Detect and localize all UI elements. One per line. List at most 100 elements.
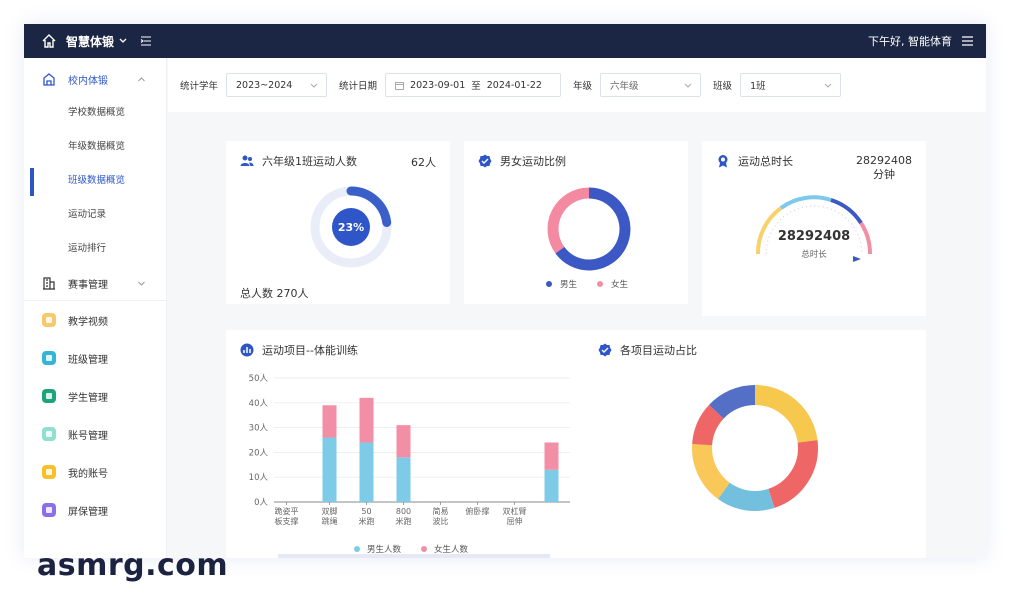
card-title-text: 运动总时长 [738, 155, 793, 168]
bar-male[interactable] [359, 442, 374, 502]
legend-dot-female [597, 281, 604, 287]
bar-male[interactable] [544, 469, 559, 502]
legend-dot-male [546, 281, 552, 287]
chevron-down-icon [138, 281, 145, 286]
menu-fold-icon[interactable] [140, 35, 152, 47]
calendar-icon [395, 81, 405, 90]
bar-male[interactable] [396, 457, 411, 502]
top-bar: 智慧体锻 下午好, 智能体育 [24, 24, 986, 58]
card-title-text: 运动项目--体能训练 [262, 344, 358, 357]
project-slice[interactable] [692, 404, 724, 446]
lock-icon [42, 465, 56, 479]
sidebar-item-label: 账号管理 [68, 430, 108, 442]
sidebar-item-label: 学生管理 [68, 392, 108, 404]
gender-ratio-card: 男女运动比例 男生 女生 [464, 141, 688, 304]
sidebar-item-ranking[interactable]: 运动排行 [24, 232, 166, 266]
chevron-down-icon [824, 83, 832, 88]
grade-label: 年级 [573, 81, 593, 92]
app-brand[interactable]: 智慧体锻 [66, 33, 114, 50]
sidebar-item-accounts[interactable]: 账号管理 [24, 415, 166, 453]
y-tick-label: 10人 [249, 473, 269, 483]
card-title-text: 六年级1班运动人数 [262, 155, 357, 168]
class-select[interactable]: 1班 [740, 73, 842, 97]
video-icon [42, 313, 56, 327]
exercise-duration-card: 运动总时长 28292408 分钟 28292408 总时长 [702, 141, 926, 316]
x-tick-label: 跪姿平板支撑 [275, 506, 299, 526]
sidebar-item-class-overview[interactable]: 班级数据概览 [24, 164, 166, 198]
student-icon [42, 389, 56, 403]
grade-select[interactable]: 六年级 [600, 73, 702, 97]
sidebar-group-label: 赛事管理 [68, 279, 108, 291]
gender-legend: 男生 女生 [546, 278, 628, 290]
sidebar-item-grade-overview[interactable]: 年级数据概览 [24, 130, 166, 164]
sidebar-item-school-overview[interactable]: 学校数据概览 [24, 96, 166, 130]
class-value: 1班 [750, 81, 766, 92]
menu-icon[interactable] [961, 35, 974, 47]
participant-count: 62人 [411, 156, 436, 169]
sidebar: 校内体锻 学校数据概览 年级数据概览 班级数据概览 运动记录 运动排行 赛事管理… [24, 58, 167, 558]
watermark-logo: asmrg.com [37, 548, 229, 583]
year-select[interactable]: 2023~2024 [226, 73, 328, 97]
sports-project-card: 运动项目--体能训练 各项目运动占比 0人 10人 20人 30人 40人 50人 跪姿平板… [226, 330, 926, 558]
greeting-text: 下午好, 智能体育 [868, 35, 952, 48]
y-tick-label: 20人 [249, 448, 269, 458]
y-tick-label: 0人 [254, 498, 268, 508]
duration-total: 28292408 分钟 [856, 154, 912, 182]
bar-chart-icon [240, 343, 254, 357]
accounts-icon [42, 427, 56, 441]
date-start: 2023-09-01 [410, 79, 466, 91]
chevron-down-icon[interactable] [118, 36, 128, 46]
chart-scrollbar[interactable] [278, 554, 550, 558]
bar-female[interactable] [359, 397, 374, 443]
screen-icon [42, 503, 56, 517]
sidebar-group-events[interactable]: 赛事管理 [24, 266, 166, 300]
x-tick-label: 800 米跑 [396, 507, 412, 526]
bar-female[interactable] [322, 405, 337, 438]
sidebar-item-label: 我的账号 [68, 468, 108, 480]
gauge-label: 总时长 [801, 250, 827, 260]
medal-icon [718, 155, 728, 168]
project-donut [692, 385, 818, 511]
sidebar-item-my-account[interactable]: 我的账号 [24, 453, 166, 491]
chevron-up-icon [138, 76, 145, 81]
sidebar-item-label: 教学视频 [68, 316, 108, 328]
sidebar-item-videos[interactable]: 教学视频 [24, 301, 166, 339]
class-label: 班级 [713, 81, 733, 92]
duration-value: 28292408 [856, 154, 912, 167]
card-title: 运动项目--体能训练 [240, 342, 358, 358]
card-title-text: 各项目运动占比 [620, 344, 697, 357]
chevron-down-icon [310, 83, 318, 88]
sidebar-item-classes[interactable]: 班级管理 [24, 339, 166, 377]
card-title-secondary: 各项目运动占比 [598, 342, 697, 358]
bar-female[interactable] [396, 425, 411, 458]
sidebar-group-school[interactable]: 校内体锻 [24, 62, 166, 96]
date-range-picker[interactable]: 2023-09-01 至 2024-01-22 [385, 73, 562, 97]
project-slice[interactable] [692, 444, 731, 499]
bar-male[interactable] [322, 437, 337, 502]
y-tick-label: 30人 [249, 424, 269, 434]
project-slice[interactable] [767, 440, 818, 508]
gauge-value: 28292408 [777, 229, 851, 244]
sidebar-item-label: 班级管理 [68, 354, 108, 366]
gender-slice-female [547, 187, 590, 254]
school-icon [43, 73, 55, 86]
sidebar-group-label: 校内体锻 [68, 75, 108, 87]
date-end: 2024-01-22 [486, 79, 542, 91]
bar-female[interactable] [544, 442, 559, 470]
users-icon [240, 155, 254, 166]
x-tick-label: 50 米跑 [359, 507, 375, 526]
sidebar-item-records[interactable]: 运动记录 [24, 198, 166, 232]
card-title: 男女运动比例 [478, 153, 566, 169]
project-slice[interactable] [709, 385, 756, 419]
date-separator: 至 [471, 81, 481, 92]
sidebar-item-screensaver[interactable]: 屏保管理 [24, 491, 166, 529]
card-title-text: 男女运动比例 [500, 155, 566, 168]
project-slice[interactable] [754, 385, 818, 444]
class-icon [42, 351, 56, 365]
project-slice[interactable] [717, 482, 775, 511]
legend-female-label: 女生 [611, 280, 629, 290]
home-icon[interactable] [40, 32, 58, 50]
sidebar-item-students[interactable]: 学生管理 [24, 377, 166, 415]
gender-donut [547, 187, 631, 271]
duration-unit: 分钟 [873, 168, 895, 181]
